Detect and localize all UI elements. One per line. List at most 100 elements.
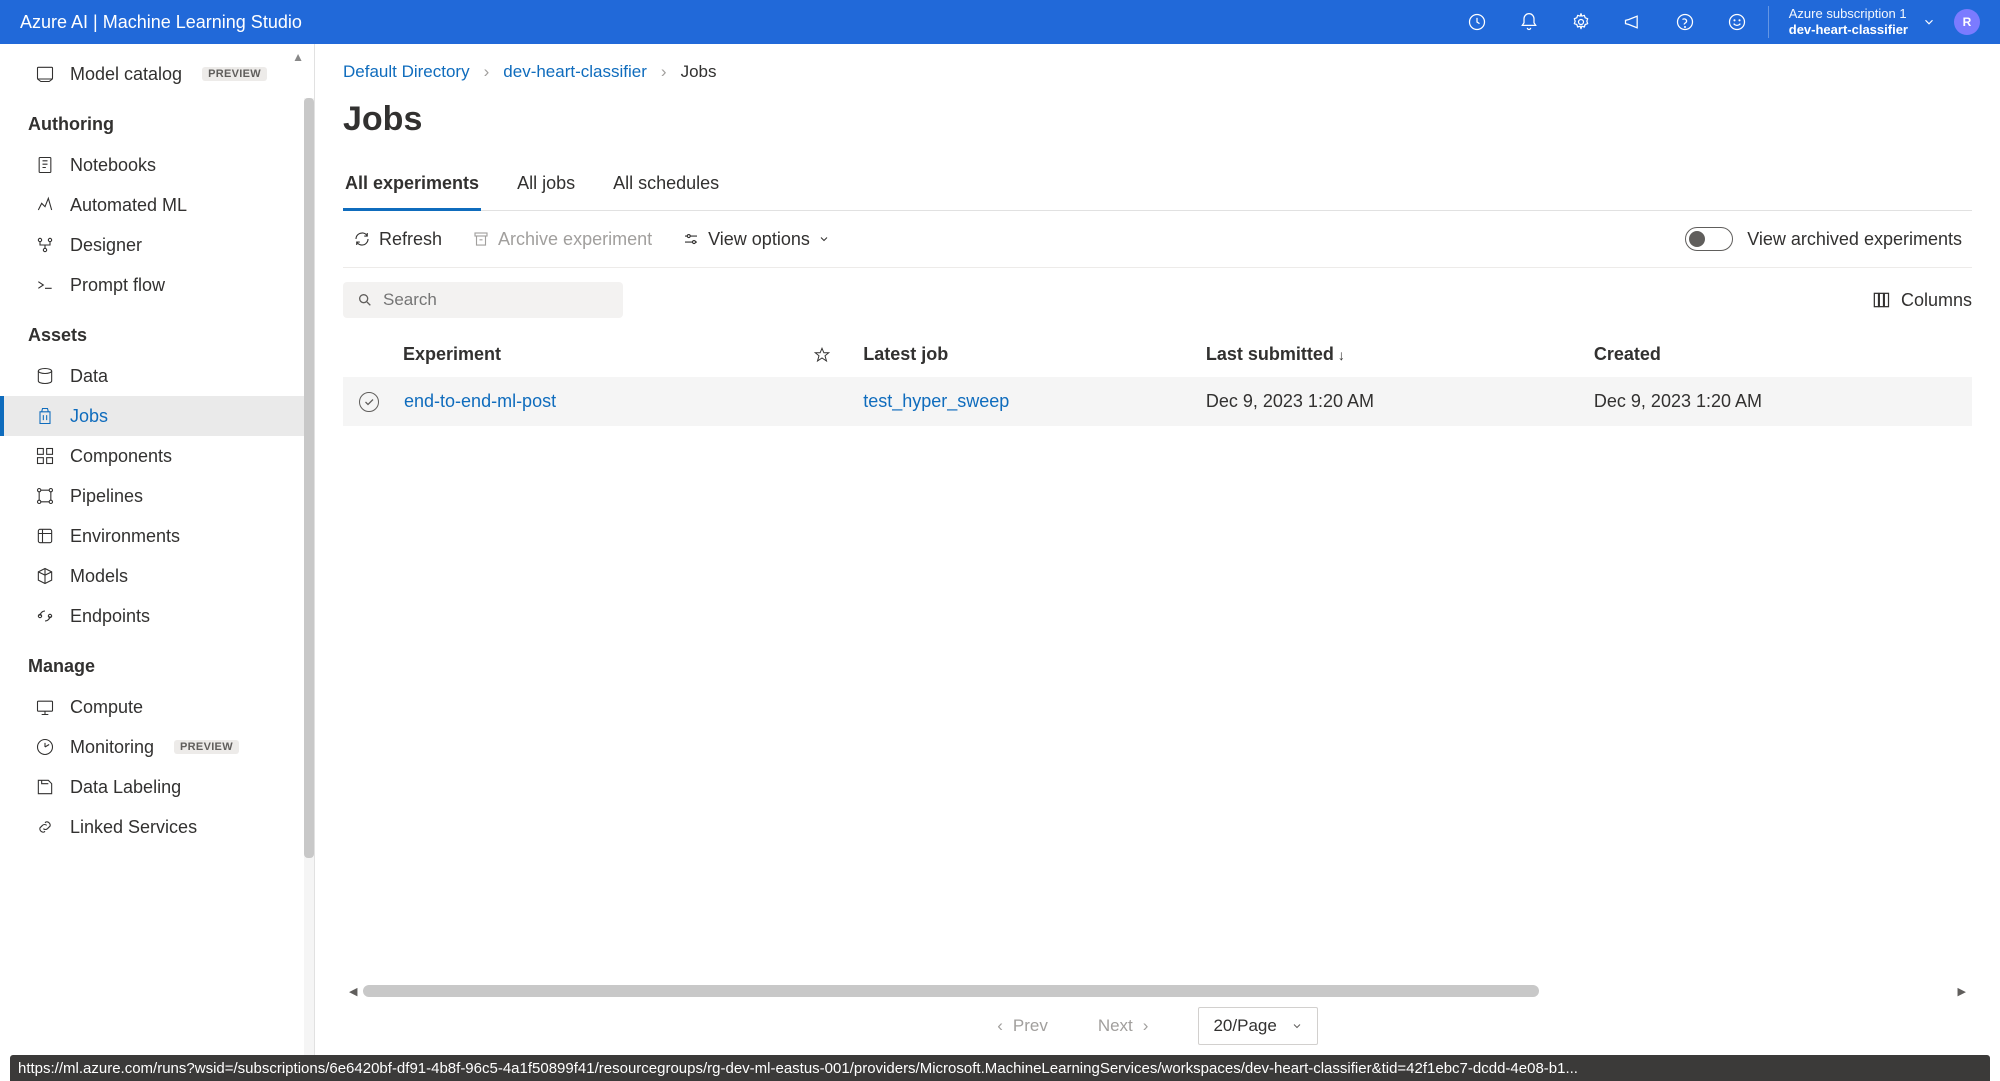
clock-icon[interactable] — [1466, 11, 1488, 33]
archive-button: Archive experiment — [472, 229, 652, 250]
main-content: Default Directory › dev-heart-classifier… — [315, 44, 2000, 1055]
search-row: Columns — [343, 268, 1972, 332]
view-archived-label: View archived experiments — [1747, 229, 1962, 250]
search-icon — [357, 292, 373, 308]
columns-button[interactable]: Columns — [1871, 290, 1972, 311]
labeling-icon — [34, 776, 56, 798]
sidebar-item-label: Endpoints — [70, 606, 150, 627]
view-options-button[interactable]: View options — [682, 229, 830, 250]
breadcrumb-workspace[interactable]: dev-heart-classifier — [503, 62, 647, 82]
scroll-right-icon[interactable]: ▶ — [1958, 985, 1966, 998]
created-cell: Dec 9, 2023 1:20 AM — [1584, 377, 1972, 426]
sidebar-item-linked-services[interactable]: Linked Services — [0, 807, 314, 847]
sidebar-item-label: Designer — [70, 235, 142, 256]
help-icon[interactable] — [1674, 11, 1696, 33]
compute-icon — [34, 696, 56, 718]
sidebar-item-label: Notebooks — [70, 155, 156, 176]
sidebar-scrollbar-thumb[interactable] — [304, 98, 314, 858]
bell-icon[interactable] — [1518, 11, 1540, 33]
table-row[interactable]: end-to-end-ml-post test_hyper_sweep Dec … — [343, 377, 1972, 426]
preview-badge: PREVIEW — [202, 67, 267, 81]
sidebar-item-data[interactable]: Data — [0, 356, 314, 396]
refresh-label: Refresh — [379, 229, 442, 250]
chevron-right-icon: › — [1143, 1016, 1149, 1036]
page-size-select[interactable]: 20/Page — [1198, 1007, 1317, 1045]
col-experiment[interactable]: Experiment — [343, 332, 803, 377]
sidebar-item-environments[interactable]: Environments — [0, 516, 314, 556]
breadcrumb-root[interactable]: Default Directory — [343, 62, 470, 82]
preview-badge: PREVIEW — [174, 740, 239, 754]
megaphone-icon[interactable] — [1622, 11, 1644, 33]
table-area: Experiment Latest job Last submitted↓ Cr… — [343, 332, 1972, 1055]
last-submitted-cell: Dec 9, 2023 1:20 AM — [1196, 377, 1584, 426]
col-created[interactable]: Created — [1584, 332, 1972, 377]
subscription-label: Azure subscription 1 — [1789, 6, 1908, 22]
prompt-flow-icon — [34, 274, 56, 296]
environments-icon — [34, 525, 56, 547]
scrollbar-thumb[interactable] — [363, 985, 1538, 997]
sidebar-item-jobs[interactable]: Jobs — [0, 396, 314, 436]
models-icon — [34, 565, 56, 587]
tab-all-jobs[interactable]: All jobs — [515, 165, 577, 211]
prev-button[interactable]: ‹ Prev — [997, 1016, 1048, 1036]
refresh-button[interactable]: Refresh — [353, 229, 442, 250]
sidebar-item-prompt-flow[interactable]: Prompt flow — [0, 265, 314, 305]
endpoints-icon — [34, 605, 56, 627]
archive-label: Archive experiment — [498, 229, 652, 250]
sidebar-item-compute[interactable]: Compute — [0, 687, 314, 727]
horizontal-scrollbar[interactable]: ◀ ▶ — [343, 983, 1972, 999]
sidebar-item-pipelines[interactable]: Pipelines — [0, 476, 314, 516]
account-switcher[interactable]: Azure subscription 1 dev-heart-classifie… — [1768, 6, 1980, 37]
sidebar-item-label: Prompt flow — [70, 275, 165, 296]
gear-icon[interactable] — [1570, 11, 1592, 33]
col-last-submitted[interactable]: Last submitted↓ — [1196, 332, 1584, 377]
designer-icon — [34, 234, 56, 256]
scroll-left-icon[interactable]: ◀ — [349, 985, 357, 998]
topbar-icons — [1466, 11, 1748, 33]
toolbar: Refresh Archive experiment View options … — [343, 211, 1972, 268]
scroll-up-icon[interactable]: ▲ — [292, 50, 304, 64]
sidebar-section-authoring: Authoring — [0, 94, 314, 145]
sidebar: ▲ Model catalog PREVIEW Authoring Notebo… — [0, 44, 315, 1055]
tabs: All experiments All jobs All schedules — [343, 165, 1972, 211]
experiment-link[interactable]: end-to-end-ml-post — [404, 391, 556, 411]
link-icon — [34, 816, 56, 838]
sidebar-item-automl[interactable]: Automated ML — [0, 185, 314, 225]
sidebar-item-monitoring[interactable]: Monitoring PREVIEW — [0, 727, 314, 767]
sidebar-item-notebooks[interactable]: Notebooks — [0, 145, 314, 185]
automl-icon — [34, 194, 56, 216]
status-success-icon — [359, 392, 379, 412]
catalog-icon — [34, 63, 56, 85]
sidebar-item-designer[interactable]: Designer — [0, 225, 314, 265]
pager: ‹ Prev Next › 20/Page — [343, 1007, 1972, 1045]
sidebar-item-endpoints[interactable]: Endpoints — [0, 596, 314, 636]
columns-label: Columns — [1901, 290, 1972, 311]
search-input[interactable] — [383, 290, 609, 310]
tab-all-experiments[interactable]: All experiments — [343, 165, 481, 211]
view-options-label: View options — [708, 229, 810, 250]
avatar[interactable]: R — [1954, 9, 1980, 35]
sidebar-item-components[interactable]: Components — [0, 436, 314, 476]
notebook-icon — [34, 154, 56, 176]
col-favorite[interactable] — [803, 332, 853, 377]
sidebar-item-label: Jobs — [70, 406, 108, 427]
archive-icon — [472, 230, 490, 248]
components-icon — [34, 445, 56, 467]
sidebar-item-label: Compute — [70, 697, 143, 718]
view-archived-toggle[interactable] — [1685, 227, 1733, 251]
tab-all-schedules[interactable]: All schedules — [611, 165, 721, 211]
col-latest-job[interactable]: Latest job — [853, 332, 1196, 377]
sidebar-section-assets: Assets — [0, 305, 314, 356]
chevron-right-icon: › — [661, 62, 667, 82]
next-button[interactable]: Next › — [1098, 1016, 1149, 1036]
chevron-right-icon: › — [484, 62, 490, 82]
sidebar-item-data-labeling[interactable]: Data Labeling — [0, 767, 314, 807]
sidebar-item-model-catalog[interactable]: Model catalog PREVIEW — [0, 54, 314, 94]
sliders-icon — [682, 230, 700, 248]
latest-job-link[interactable]: test_hyper_sweep — [863, 391, 1009, 411]
sidebar-item-label: Linked Services — [70, 817, 197, 838]
feedback-icon[interactable] — [1726, 11, 1748, 33]
jobs-icon — [34, 405, 56, 427]
search-box[interactable] — [343, 282, 623, 318]
sidebar-item-models[interactable]: Models — [0, 556, 314, 596]
